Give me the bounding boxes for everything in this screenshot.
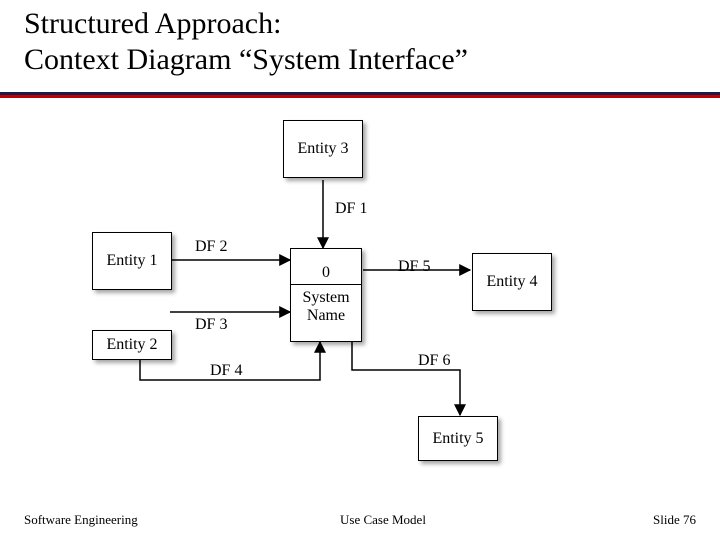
df3-label: DF 3 bbox=[195, 316, 227, 334]
entity-4-label: Entity 4 bbox=[486, 273, 537, 291]
df2-label: DF 2 bbox=[195, 238, 227, 256]
entity-4-box: Entity 4 bbox=[472, 253, 552, 311]
entity-1-box: Entity 1 bbox=[92, 232, 172, 290]
slide: Structured Approach: Context Diagram “Sy… bbox=[0, 0, 720, 540]
entity-3-box: Entity 3 bbox=[283, 120, 363, 178]
entity-5-box: Entity 5 bbox=[418, 416, 498, 461]
process-id: 0 bbox=[291, 262, 361, 285]
df5-label: DF 5 bbox=[398, 258, 430, 276]
footer-left: Software Engineering bbox=[24, 512, 138, 528]
entity-3-label: Entity 3 bbox=[297, 140, 348, 158]
df4-label: DF 4 bbox=[210, 362, 242, 380]
entity-1-label: Entity 1 bbox=[106, 252, 157, 270]
process-box: 0 System Name bbox=[290, 248, 362, 342]
footer-right: Slide 76 bbox=[653, 512, 696, 528]
context-diagram: Entity 3 Entity 1 Entity 2 0 System Name… bbox=[0, 0, 720, 540]
df6-label: DF 6 bbox=[418, 352, 450, 370]
df1-label: DF 1 bbox=[335, 200, 367, 218]
entity-2-label: Entity 2 bbox=[106, 336, 157, 354]
entity-2-box: Entity 2 bbox=[92, 330, 172, 360]
footer-mid: Use Case Model bbox=[340, 512, 426, 528]
entity-5-label: Entity 5 bbox=[432, 430, 483, 448]
process-name: System Name bbox=[291, 285, 361, 329]
